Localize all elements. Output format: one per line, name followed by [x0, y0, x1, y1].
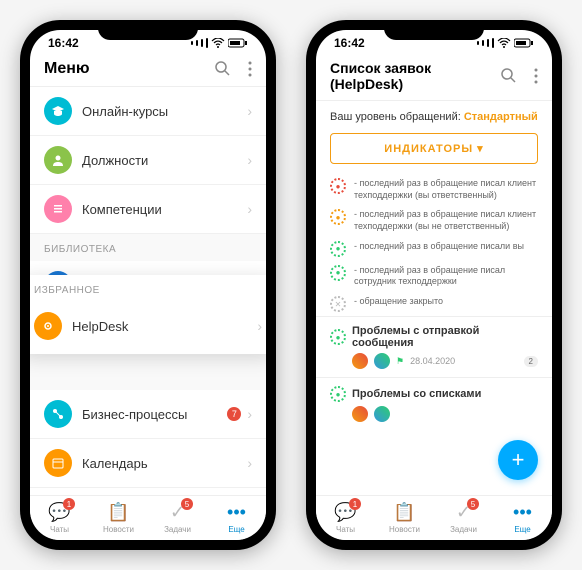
ticket-title: Проблемы с отправкой сообщения	[352, 325, 538, 349]
indicator-icon: ●	[330, 209, 346, 225]
indicator-icon: ●	[330, 241, 346, 257]
chevron-right-icon: ›	[247, 103, 252, 119]
menu-item-bp[interactable]: Бизнес-процессы 7 ›	[30, 390, 266, 439]
ticket-status-icon: ●	[330, 329, 346, 345]
badge: 7	[227, 407, 241, 421]
indicator-row: ●- последний раз в обращение писал сотру…	[316, 261, 552, 292]
phone-left: 16:42 Меню Онлайн-курсы › Должности	[20, 20, 276, 550]
status-time: 16:42	[48, 36, 79, 50]
notch	[98, 20, 198, 40]
more-icon[interactable]	[534, 68, 538, 84]
indicator-icon: ✕	[330, 296, 346, 312]
tab-tasks[interactable]: 5✓Задачи	[434, 500, 493, 536]
gear-icon	[34, 312, 62, 340]
tabbar: 1💬Чаты 📋Новости 5✓Задачи •••Еще	[30, 495, 266, 540]
section-favorites: ИЗБРАННОЕ	[30, 275, 266, 302]
tabbar: 1💬Чаты 📋Новости 5✓Задачи •••Еще	[316, 495, 552, 540]
ticket-status-icon: ●	[330, 386, 346, 402]
flag-icon: ⚑	[396, 356, 404, 367]
more-icon[interactable]	[248, 61, 252, 77]
favorites-card: ИЗБРАННОЕ HelpDesk ›	[30, 275, 266, 354]
menu-item-positions[interactable]: Должности ›	[30, 136, 266, 185]
indicator-icon: ●	[330, 265, 346, 281]
graduation-icon	[44, 97, 72, 125]
status-time: 16:42	[334, 36, 365, 50]
menu-label: Онлайн-курсы	[82, 104, 247, 119]
list-icon	[44, 195, 72, 223]
menu-item-helpdesk[interactable]: HelpDesk ›	[30, 302, 266, 350]
notch	[384, 20, 484, 40]
user-icon	[44, 146, 72, 174]
search-icon[interactable]	[214, 60, 232, 78]
add-button[interactable]: +	[498, 440, 538, 480]
status-icons	[191, 38, 248, 48]
tab-chats[interactable]: 1💬Чаты	[316, 500, 375, 536]
level-value: Стандартный	[464, 111, 538, 123]
chevron-right-icon: ›	[247, 152, 252, 168]
avatar	[352, 406, 368, 422]
ticket-title: Проблемы со списками	[352, 388, 538, 400]
ticket-date: 28.04.2020	[410, 356, 455, 366]
level-label: Ваш уровень обращений:	[330, 111, 461, 123]
tab-more[interactable]: •••Еще	[207, 500, 266, 536]
level-row: Ваш уровень обращений: Стандартный	[316, 101, 552, 133]
menu-item-calendar[interactable]: Календарь ›	[30, 439, 266, 488]
avatar	[374, 353, 390, 369]
tab-news[interactable]: 📋Новости	[375, 500, 434, 536]
chevron-down-icon: ▾	[477, 143, 484, 155]
avatar	[374, 406, 390, 422]
indicator-row: ●- последний раз в обращение писал клиен…	[316, 205, 552, 236]
header: Меню	[30, 52, 266, 87]
news-icon: 📋	[107, 502, 129, 523]
phone-right: 16:42 Список заявок (HelpDesk) Ваш урове…	[306, 20, 562, 550]
chevron-right-icon: ›	[257, 318, 262, 334]
process-icon	[44, 400, 72, 428]
menu-label: HelpDesk	[72, 319, 257, 334]
ticket-item[interactable]: ● Проблемы с отправкой сообщения ⚑ 28.04…	[316, 316, 552, 377]
tab-news[interactable]: 📋Новости	[89, 500, 148, 536]
avatar	[352, 353, 368, 369]
ticket-item[interactable]: ● Проблемы со списками	[316, 377, 552, 430]
indicator-row: ✕- обращение закрыто	[316, 292, 552, 316]
tab-more[interactable]: •••Еще	[493, 500, 552, 536]
menu-item-competencies[interactable]: Компетенции ›	[30, 185, 266, 234]
menu-label: Бизнес-процессы	[82, 407, 227, 422]
more-dots-icon: •••	[513, 502, 532, 523]
indicator-icon: ●	[330, 178, 346, 194]
chevron-right-icon: ›	[247, 201, 252, 217]
indicator-row: ●- последний раз в обращение писали вы	[316, 237, 552, 261]
section-library: БИБЛИОТЕКА	[30, 234, 266, 261]
menu-label: Должности	[82, 153, 247, 168]
menu-label: Календарь	[82, 456, 247, 471]
search-icon[interactable]	[500, 67, 518, 85]
tab-tasks[interactable]: 5✓Задачи	[148, 500, 207, 536]
plus-icon: +	[512, 447, 525, 473]
menu-label: Компетенции	[82, 202, 247, 217]
ticket-count: 2	[524, 356, 538, 367]
status-icons	[477, 38, 534, 48]
news-icon: 📋	[393, 502, 415, 523]
menu-item-courses[interactable]: Онлайн-курсы ›	[30, 87, 266, 136]
more-dots-icon: •••	[227, 502, 246, 523]
menu-item-disk[interactable]: Мой диск ›	[30, 488, 266, 495]
indicator-row: ●- последний раз в обращение писал клиен…	[316, 174, 552, 205]
page-title: Меню	[44, 60, 90, 78]
calendar-icon	[44, 449, 72, 477]
chevron-right-icon: ›	[247, 455, 252, 471]
indicators-button[interactable]: ИНДИКАТОРЫ ▾	[330, 133, 538, 164]
chevron-right-icon: ›	[247, 406, 252, 422]
page-title: Список заявок (HelpDesk)	[330, 60, 500, 92]
tab-chats[interactable]: 1💬Чаты	[30, 500, 89, 536]
header: Список заявок (HelpDesk)	[316, 52, 552, 101]
